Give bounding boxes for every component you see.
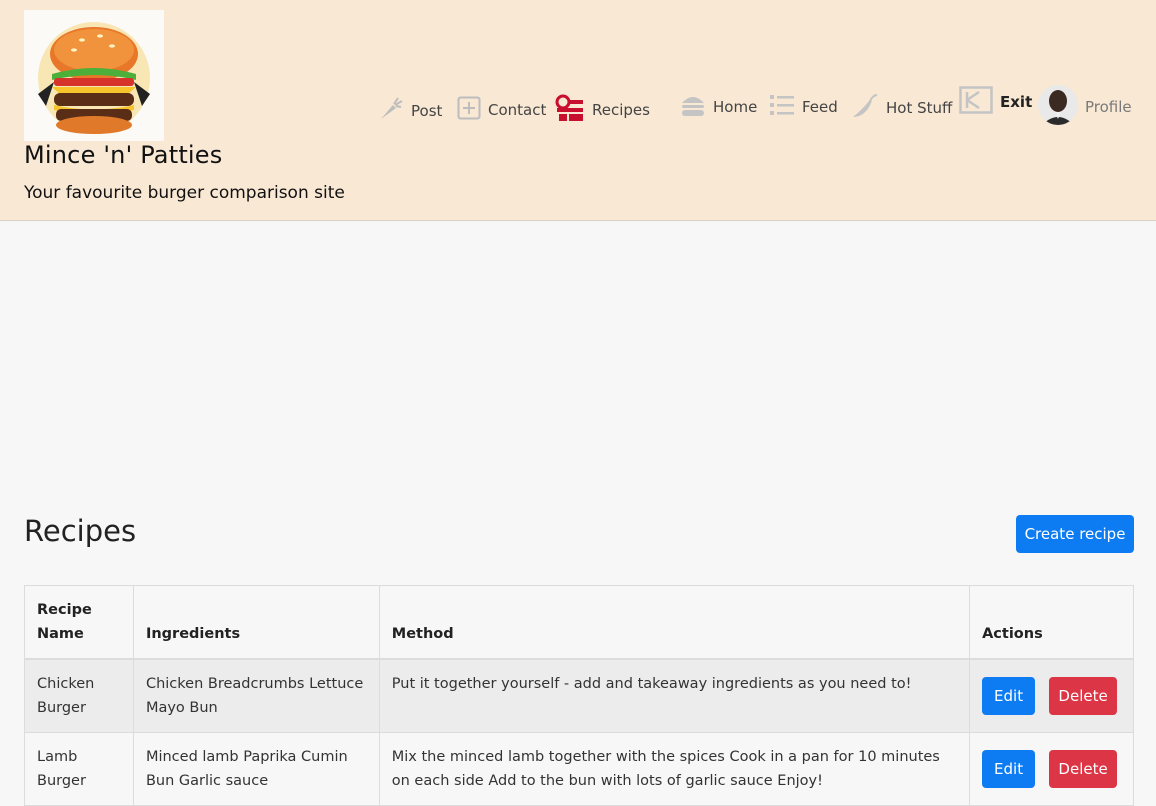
recipes-table: Recipe Name Ingredients Method Actions C… xyxy=(24,585,1134,806)
nav-feed-label: Feed xyxy=(802,98,838,116)
site-title: Mince 'n' Patties xyxy=(24,141,223,169)
exit-icon xyxy=(959,86,993,118)
burger-icon xyxy=(680,93,706,121)
nav-exit-label: Exit xyxy=(1000,93,1033,111)
site-header: Mince 'n' Patties Your favourite burger … xyxy=(0,0,1156,221)
nav-profile[interactable]: Profile xyxy=(1038,85,1132,129)
nav-post[interactable]: Post xyxy=(378,96,442,126)
edit-button[interactable]: Edit xyxy=(982,677,1036,715)
nav-recipes-label: Recipes xyxy=(592,101,650,119)
page-title: Recipes xyxy=(24,514,137,548)
recipe-name-cell: Lamb Burger xyxy=(24,732,134,806)
method-cell: Put it together yourself - add and takea… xyxy=(378,658,971,733)
nav-home-label: Home xyxy=(713,98,758,116)
burger-logo-icon xyxy=(24,10,164,141)
edit-button[interactable]: Edit xyxy=(982,750,1036,788)
header-ingredients: Ingredients xyxy=(132,585,380,660)
nav-recipes[interactable]: Recipes xyxy=(555,94,650,126)
nav-contact[interactable]: Contact xyxy=(457,96,546,124)
nav-exit[interactable]: Exit xyxy=(959,86,1032,118)
table-header-row: Recipe Name Ingredients Method Actions xyxy=(24,585,1134,660)
table-row: Lamb Burger Minced lamb Paprika Cumin Bu… xyxy=(24,732,1134,806)
nav-hot-stuff[interactable]: Hot Stuff xyxy=(851,93,952,123)
carrot-icon xyxy=(378,96,404,126)
chili-icon xyxy=(851,93,879,123)
table-row: Chicken Burger Chicken Breadcrumbs Lettu… xyxy=(24,658,1134,733)
avatar xyxy=(1038,85,1078,129)
header-method: Method xyxy=(378,585,971,660)
create-recipe-button[interactable]: Create recipe xyxy=(1016,515,1134,553)
list-icon xyxy=(769,93,795,121)
nav-contact-label: Contact xyxy=(488,101,547,119)
site-tagline: Your favourite burger comparison site xyxy=(24,183,345,203)
actions-cell: Edit Delete xyxy=(969,658,1134,733)
recipe-name-cell: Chicken Burger xyxy=(24,658,134,733)
nav-hot-stuff-label: Hot Stuff xyxy=(886,99,953,117)
header-actions: Actions xyxy=(969,585,1134,660)
delete-button[interactable]: Delete xyxy=(1049,750,1118,788)
plus-square-icon xyxy=(457,96,481,124)
nav-home[interactable]: Home xyxy=(680,93,757,121)
delete-button[interactable]: Delete xyxy=(1049,677,1118,715)
header-recipe-name: Recipe Name xyxy=(24,585,134,660)
nav-profile-label: Profile xyxy=(1085,98,1132,116)
ingredients-cell: Minced lamb Paprika Cumin Bun Garlic sau… xyxy=(132,732,380,806)
nav-feed[interactable]: Feed xyxy=(769,93,838,121)
recipes-icon xyxy=(555,94,585,126)
method-cell: Mix the minced lamb together with the sp… xyxy=(378,732,971,806)
actions-cell: Edit Delete xyxy=(969,732,1134,806)
burger-logo[interactable] xyxy=(24,10,164,141)
ingredients-cell: Chicken Breadcrumbs Lettuce Mayo Bun xyxy=(132,658,380,733)
nav-post-label: Post xyxy=(411,102,443,120)
